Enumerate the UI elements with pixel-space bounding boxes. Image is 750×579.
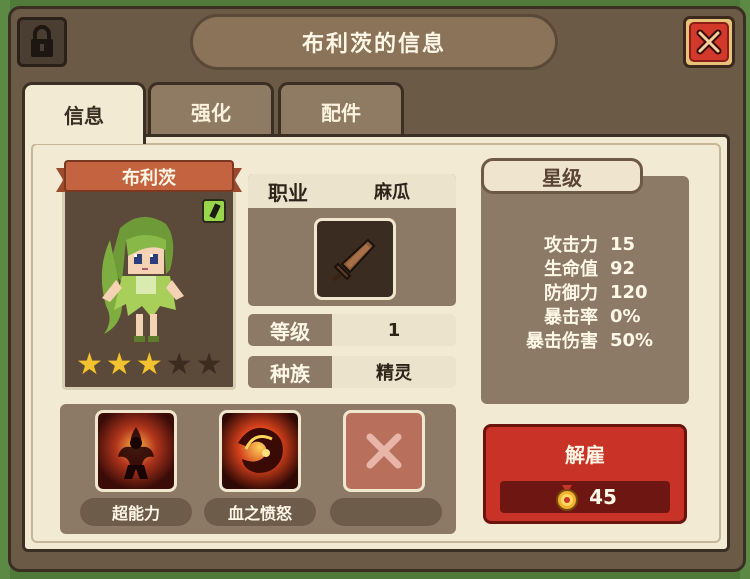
stat-row-crit-damage: 暴击伤害 50% — [481, 328, 689, 353]
dismiss-label: 解雇 — [565, 443, 605, 467]
stat-row-attack: 攻击力 15 — [481, 232, 689, 257]
hero-sprite — [101, 216, 184, 342]
star-rating: ★ ★ ★ ★ ★ — [76, 350, 223, 380]
edit-name-icon[interactable] — [202, 199, 226, 223]
stat-label: 暴击率 — [544, 307, 598, 328]
close-button[interactable] — [683, 16, 735, 68]
stat-label: 攻击力 — [544, 235, 598, 256]
stat-row-crit-rate: 暴击率 0% — [481, 304, 689, 329]
tab-info[interactable]: 信息 — [22, 82, 146, 144]
stat-value: 0% — [610, 305, 641, 327]
job-header: 职业 麻瓜 — [248, 174, 456, 208]
stat-label: 暴击伤害 — [526, 331, 598, 352]
weapon-slot[interactable] — [314, 218, 396, 300]
skill-label-super-power: 超能力 — [80, 498, 192, 526]
skill-empty-slot[interactable] — [343, 410, 425, 492]
stat-value: 50% — [610, 329, 654, 351]
stat-value: 120 — [610, 281, 648, 303]
dismiss-cost: 45 — [500, 481, 670, 513]
level-row: 等级 1 — [248, 314, 456, 346]
hero-name: 布利茨 — [122, 168, 176, 189]
race-value: 精灵 — [376, 363, 412, 384]
wooden-sword-icon — [332, 238, 376, 282]
medal-icon — [556, 485, 579, 511]
star-icon-filled: ★ — [76, 347, 103, 382]
star-level-title: 星级 — [481, 158, 643, 194]
job-label: 职业 — [268, 180, 308, 205]
stat-label: 防御力 — [544, 283, 598, 304]
close-icon — [696, 29, 722, 55]
stat-row-defense: 防御力 120 — [481, 280, 689, 305]
stat-label: 生命值 — [544, 259, 598, 280]
stat-row-hp: 生命值 92 — [481, 256, 689, 281]
star-icon-empty: ★ — [195, 347, 223, 382]
race-row: 种族 精灵 — [248, 356, 456, 388]
dismiss-cost-value: 45 — [589, 485, 617, 509]
level-value: 1 — [387, 319, 401, 341]
dismiss-button[interactable]: 解雇 45 — [483, 424, 687, 524]
skill-blood-rage[interactable] — [219, 410, 301, 492]
race-label: 种族 — [248, 356, 332, 388]
skill-label-blood-rage: 血之愤怒 — [204, 498, 316, 526]
star-icon-empty: ★ — [165, 347, 193, 382]
tab-parts[interactable]: 配件 — [278, 82, 404, 138]
star-icon-filled: ★ — [105, 347, 133, 382]
skill-super-power[interactable] — [95, 410, 177, 492]
level-label: 等级 — [248, 314, 332, 346]
empty-slot-x-icon — [366, 433, 402, 469]
job-value: 麻瓜 — [374, 182, 410, 203]
stat-value: 92 — [610, 257, 636, 279]
blood-rage-icon — [238, 427, 283, 473]
tab-enhance[interactable]: 强化 — [148, 82, 274, 138]
job-box: 职业 麻瓜 — [248, 174, 456, 306]
lock-button[interactable] — [17, 17, 67, 67]
star-icon-filled: ★ — [135, 347, 163, 382]
lock-icon — [31, 25, 53, 57]
stat-value: 15 — [610, 233, 636, 255]
hero-name-ribbon: 布利茨 — [56, 158, 242, 196]
super-power-icon — [118, 427, 154, 479]
skill-label-empty — [330, 498, 442, 526]
dialog-title: 布利茨的信息 — [190, 14, 558, 70]
stat-list: 攻击力 15 生命值 92 防御力 120 暴击率 0% 暴击伤害 50% — [481, 232, 689, 353]
